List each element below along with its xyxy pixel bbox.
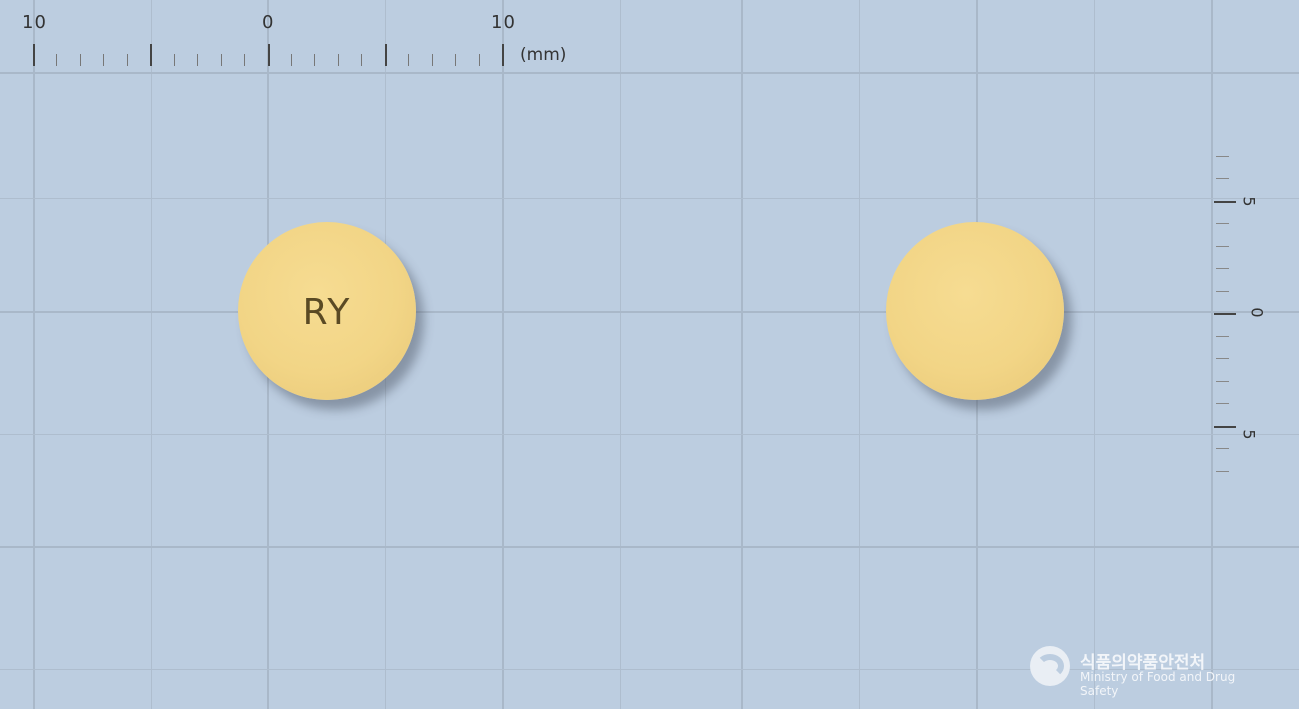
vruler-major-tick bbox=[1214, 201, 1236, 203]
mfds-watermark: 식품의약품안전처 Ministry of Food and Drug Safet… bbox=[1030, 646, 1270, 698]
vruler-minor-tick bbox=[1216, 246, 1229, 247]
vruler-minor-tick bbox=[1216, 223, 1229, 224]
pill-imprint: RY bbox=[302, 291, 352, 333]
vruler-label-center: 0 bbox=[1247, 307, 1267, 318]
vruler-minor-tick bbox=[1216, 403, 1229, 404]
vruler-minor-tick bbox=[1216, 178, 1229, 179]
vruler-major-tick bbox=[1214, 426, 1236, 428]
vruler-minor-tick bbox=[1216, 448, 1229, 449]
vruler-minor-tick bbox=[1216, 156, 1229, 157]
pill-back bbox=[886, 222, 1064, 400]
vruler-minor-tick bbox=[1216, 381, 1229, 382]
vruler-minor-tick bbox=[1216, 471, 1229, 472]
vruler-minor-tick bbox=[1216, 291, 1229, 292]
mfds-logo-icon bbox=[1030, 646, 1070, 686]
vruler-minor-tick bbox=[1216, 358, 1229, 359]
vruler-minor-tick bbox=[1216, 268, 1229, 269]
mfds-name-english: Ministry of Food and Drug Safety bbox=[1080, 670, 1236, 698]
vertical-ruler: 5 0 5 bbox=[0, 0, 1299, 709]
pill-front: RY bbox=[238, 222, 416, 400]
vruler-label-top: 5 bbox=[1239, 196, 1259, 207]
vruler-label-bottom: 5 bbox=[1239, 429, 1259, 440]
vruler-minor-tick bbox=[1216, 336, 1229, 337]
vruler-major-tick bbox=[1214, 313, 1236, 315]
